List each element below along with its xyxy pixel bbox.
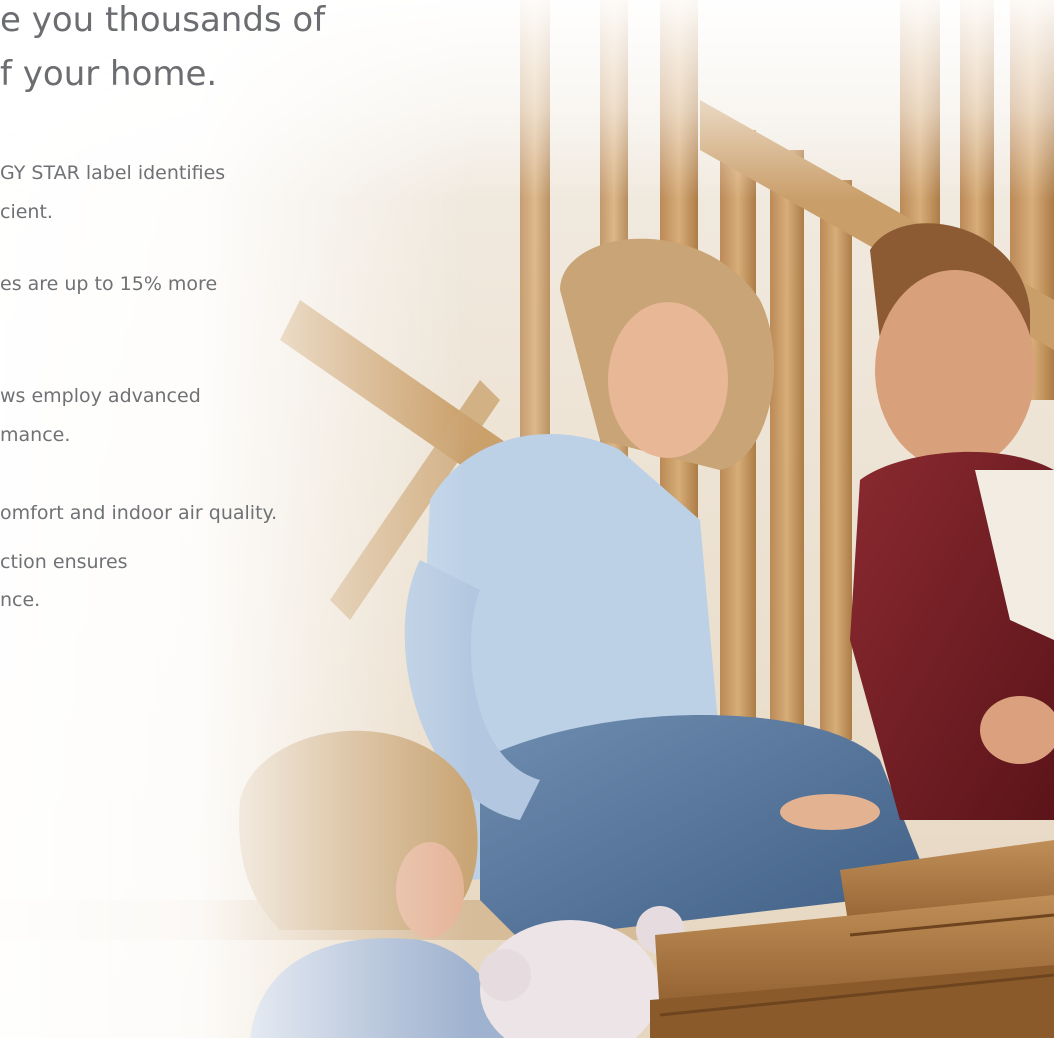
text-panel: e you thousands of f your home. GY STAR … [0,0,1054,1038]
bullet-2-line-1: es are up to 15% more [0,273,218,295]
bullet-3-line-1: ws employ advanced [0,385,201,407]
bullet-1-line-2: cient. [0,201,53,223]
bullet-4-line-1: omfort and indoor air quality. [0,502,278,524]
headline-line-1: e you thousands of [0,0,326,40]
bullet-5-line-1: ction ensures [0,551,128,573]
bullet-1-line-1: GY STAR label identifies [0,162,226,184]
bullet-5-line-2: nce. [0,589,41,611]
headline-line-2: f your home. [0,54,218,94]
bullet-3-line-2: mance. [0,424,71,446]
